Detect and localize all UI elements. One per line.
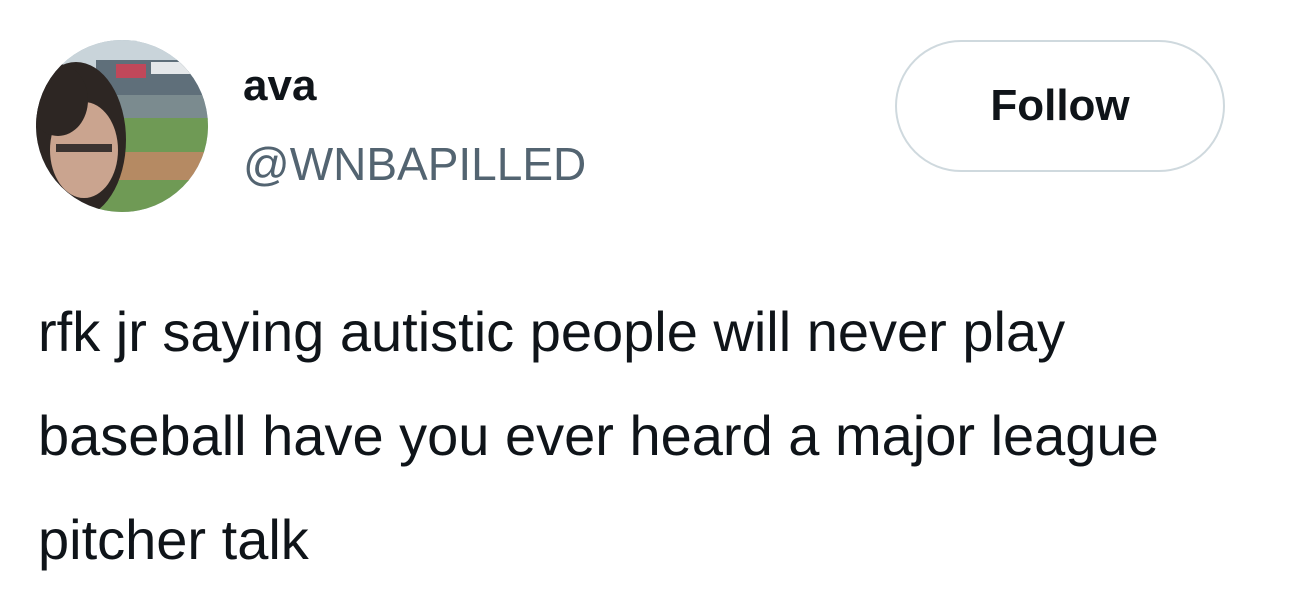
avatar[interactable]: [36, 40, 208, 212]
tweet-card: ava @WNBAPILLED Follow rfk jr saying aut…: [0, 0, 1292, 598]
author-handle[interactable]: @WNBAPILLED: [243, 136, 586, 192]
avatar-image: [36, 40, 208, 212]
tweet-text: rfk jr saying autistic people will never…: [38, 300, 1159, 571]
author-display-name[interactable]: ava: [243, 60, 316, 112]
follow-button[interactable]: Follow: [895, 40, 1225, 172]
